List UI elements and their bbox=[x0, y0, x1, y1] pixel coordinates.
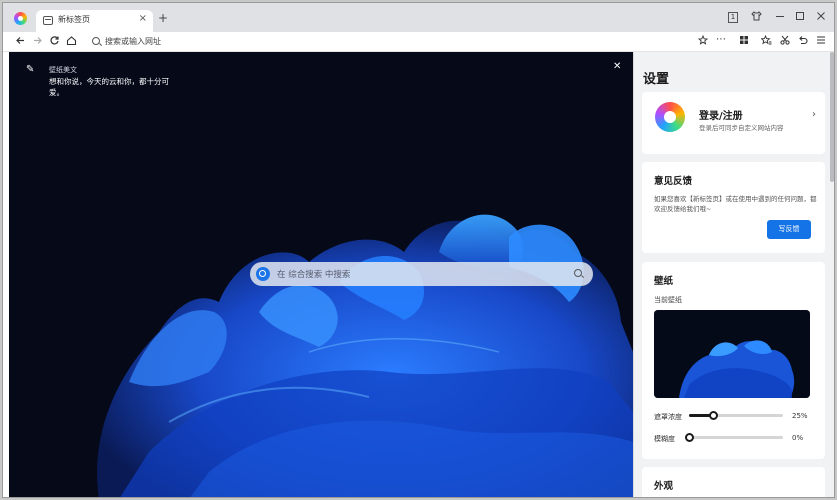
star-icon[interactable] bbox=[697, 34, 709, 49]
browser-logo-icon[interactable] bbox=[14, 12, 27, 25]
title-bar: 新标签页 × + 1 bbox=[3, 3, 834, 32]
tab-title: 新标签页 bbox=[58, 15, 90, 24]
slider-knob[interactable] bbox=[708, 411, 718, 420]
minimize-icon[interactable] bbox=[775, 11, 785, 25]
panel-scrollbar[interactable] bbox=[830, 52, 834, 182]
browser-window: 新标签页 × + 1 搜索或输入网址 ⋯ ✎ 壁纸美文 想和你说，今天的云和你，… bbox=[2, 2, 835, 498]
apps-icon[interactable] bbox=[739, 35, 749, 49]
search-input[interactable]: 在 综合搜索 中搜索 bbox=[277, 268, 350, 280]
search-engine-icon[interactable] bbox=[256, 267, 270, 281]
favorites-icon[interactable] bbox=[760, 34, 772, 49]
mask-opacity-slider[interactable] bbox=[689, 411, 783, 420]
quote-text: 想和你说，今天的云和你，都十分可爱。 bbox=[49, 77, 169, 97]
scissors-icon[interactable] bbox=[780, 35, 790, 49]
settings-panel: 设置 登录/注册 登录后可同步自定义网站内容 › 意见反馈 如果您喜欢【新标签页… bbox=[633, 52, 834, 497]
new-tab-button[interactable]: + bbox=[158, 12, 168, 24]
menu-icon[interactable] bbox=[816, 35, 826, 49]
back-icon[interactable] bbox=[15, 35, 26, 49]
browser-logo-icon bbox=[655, 102, 685, 132]
feedback-text: 如果您喜欢【新标签页】或在使用中遇到的任何问题，都欢迎反馈给我们哦~ bbox=[654, 195, 817, 213]
write-feedback-button[interactable]: 写反馈 bbox=[767, 220, 811, 239]
undo-icon[interactable] bbox=[798, 35, 808, 49]
more-icon[interactable]: ⋯ bbox=[716, 33, 726, 46]
blur-slider[interactable] bbox=[685, 433, 783, 442]
forward-icon[interactable] bbox=[32, 35, 43, 49]
feedback-card: 意见反馈 如果您喜欢【新标签页】或在使用中遇到的任何问题，都欢迎反馈给我们哦~ … bbox=[642, 162, 825, 253]
chevron-right-icon: › bbox=[812, 109, 816, 120]
feedback-title: 意见反馈 bbox=[654, 176, 693, 187]
tab-close-icon[interactable]: × bbox=[139, 13, 147, 24]
reload-icon[interactable] bbox=[49, 35, 60, 49]
quote-feather-icon: ✎ bbox=[26, 64, 35, 75]
sidebar-icon[interactable]: 1 bbox=[728, 12, 738, 23]
tab-new-tab-page[interactable]: 新标签页 × bbox=[36, 10, 153, 32]
close-icon[interactable] bbox=[816, 11, 826, 25]
appearance-card: 外观 bbox=[642, 467, 825, 497]
mask-opacity-value: 25% bbox=[792, 412, 808, 420]
quote-source: 壁纸美文 bbox=[49, 66, 77, 74]
current-wallpaper-thumbnail[interactable] bbox=[654, 310, 810, 398]
login-card[interactable]: 登录/注册 登录后可同步自定义网站内容 › bbox=[642, 92, 825, 154]
search-icon[interactable] bbox=[574, 269, 582, 277]
new-tab-page: ✎ 壁纸美文 想和你说，今天的云和你，都十分可爱。 ✕ 在 综合搜索 中搜索 bbox=[9, 52, 633, 497]
search-box[interactable]: 在 综合搜索 中搜索 bbox=[250, 262, 593, 286]
blur-label: 模糊度 bbox=[654, 435, 675, 443]
close-quote-icon[interactable]: ✕ bbox=[613, 61, 621, 72]
login-subtitle: 登录后可同步自定义网站内容 bbox=[699, 124, 784, 132]
home-icon[interactable] bbox=[66, 35, 77, 49]
maximize-icon[interactable] bbox=[795, 11, 805, 25]
current-wallpaper-label: 当前壁纸 bbox=[654, 296, 682, 304]
login-title: 登录/注册 bbox=[699, 111, 743, 122]
appearance-title: 外观 bbox=[654, 481, 674, 492]
mask-opacity-label: 遮罩浓度 bbox=[654, 413, 682, 421]
navigation-toolbar: 搜索或输入网址 ⋯ bbox=[3, 32, 834, 52]
page-icon bbox=[43, 16, 53, 25]
blur-value: 0% bbox=[792, 434, 804, 442]
search-icon bbox=[92, 37, 100, 45]
shirt-icon[interactable] bbox=[751, 11, 762, 25]
address-input[interactable]: 搜索或输入网址 bbox=[105, 36, 161, 47]
wallpaper-card: 壁纸 当前壁纸 遮罩浓度 25% 模糊度 0% bbox=[642, 262, 825, 459]
slider-knob[interactable] bbox=[685, 433, 694, 442]
settings-title: 设置 bbox=[643, 72, 670, 87]
wallpaper-title: 壁纸 bbox=[654, 276, 674, 287]
